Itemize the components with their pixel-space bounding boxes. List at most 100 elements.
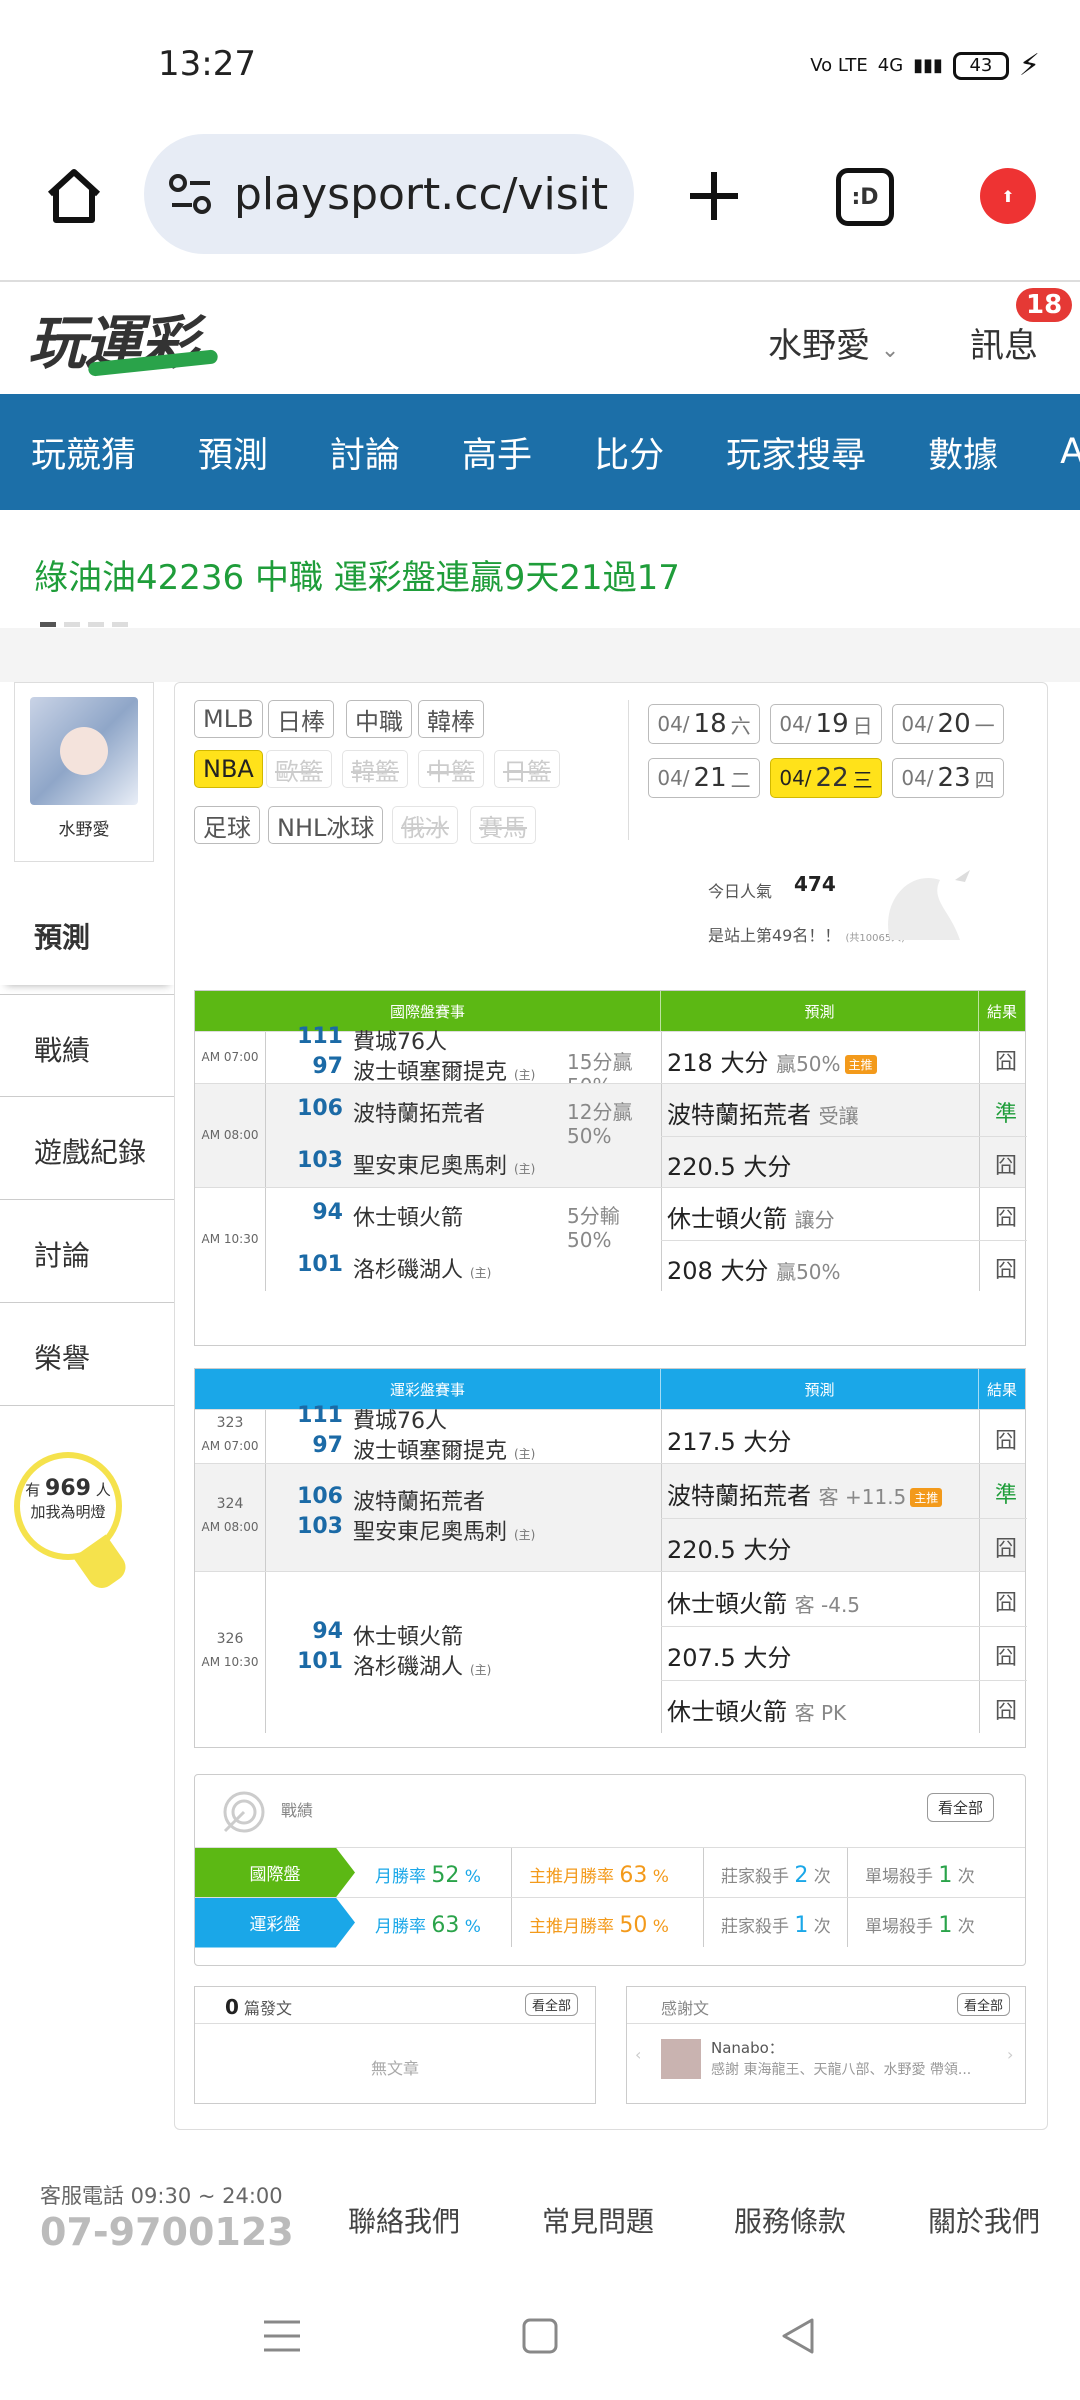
team-name[interactable]: 波士頓塞爾提克 (主) <box>353 1054 535 1086</box>
prediction-sub: 讓分 <box>794 1208 835 1232</box>
message-count-badge: 18 <box>1016 288 1073 322</box>
user-menu[interactable]: 水野愛 ⌄ <box>768 318 899 367</box>
sidebar-item-record[interactable]: 戰績 <box>0 994 175 1097</box>
nav-item[interactable]: 玩家搜尋 <box>695 427 897 478</box>
sport-tag[interactable]: 足球 <box>194 806 260 844</box>
home-mark: (主) <box>514 1528 536 1542</box>
profile-sidebar: 水野愛 預測 戰績 遊戲紀錄 討論 榮譽 有 969 人 加我為明燈 <box>0 682 175 2132</box>
nav-item[interactable]: APP <box>1029 432 1080 472</box>
sidebar-item-game-log[interactable]: 遊戲紀錄 <box>0 1097 175 1200</box>
sidebar-item-forum[interactable]: 討論 <box>0 1200 175 1303</box>
team-num: 97 <box>312 1054 343 1079</box>
team-name[interactable]: 費城76人 <box>353 1024 447 1056</box>
stat-unit: 次 <box>808 1867 831 1887</box>
table-row: AM 07:00111費城76人97波士頓塞爾提克 (主)15分贏50%218 … <box>195 1024 1025 1098</box>
stat-unit: % <box>459 1917 481 1937</box>
team-name[interactable]: 聖安東尼奧馬刺 (主) <box>353 1514 535 1546</box>
date-tab[interactable]: 04/21 二 <box>648 758 760 798</box>
nav-item[interactable]: 高手 <box>431 427 563 478</box>
system-nav-bar <box>0 2290 1080 2400</box>
back-icon[interactable] <box>778 2316 818 2356</box>
divider <box>265 1084 266 1187</box>
url-bar[interactable]: playsport.cc/visit <box>144 134 634 254</box>
sport-tag[interactable]: NBA <box>194 750 263 788</box>
next-icon[interactable]: › <box>1007 2045 1013 2064</box>
thanks-view-all-button[interactable]: 看全部 <box>957 1993 1011 2016</box>
prediction-sub: 客 +11.5 <box>818 1485 907 1509</box>
nav-item[interactable]: 預測 <box>167 427 299 478</box>
divider <box>265 1032 266 1083</box>
service-phone[interactable]: 07-9700123 <box>40 2210 294 2254</box>
prediction: 207.5 大分 <box>667 1638 791 1673</box>
date-tab[interactable]: 04/23 四 <box>892 758 1004 798</box>
sidebar-item-honor[interactable]: 榮譽 <box>0 1303 175 1406</box>
sidebar-item-predictions[interactable]: 預測 <box>0 882 175 985</box>
date-tab[interactable]: 04/19 日 <box>770 704 882 744</box>
nav-item[interactable]: 玩競猜 <box>0 427 167 478</box>
prev-icon[interactable]: ‹ <box>635 2045 641 2064</box>
messages-link[interactable]: 訊息 <box>970 318 1038 367</box>
result-mark: 準 <box>994 1483 1017 1508</box>
footer-link-contact[interactable]: 聯絡我們 <box>348 2200 460 2240</box>
nav-item[interactable]: 討論 <box>299 427 431 478</box>
prediction-pick: 休士頓火箭 <box>667 1698 795 1726</box>
sport-tag[interactable]: 韓棒 <box>418 700 484 738</box>
team-name[interactable]: 休士頓火箭 <box>353 1619 463 1651</box>
clock: 13:27 <box>158 44 256 84</box>
divider <box>265 1572 266 1733</box>
nav-item[interactable]: 比分 <box>563 427 695 478</box>
team-name[interactable]: 休士頓火箭 <box>353 1200 463 1232</box>
date-day: 18 <box>693 709 727 739</box>
prediction: 220.5 大分 <box>667 1147 791 1182</box>
thanks-text[interactable]: 感謝 東海龍王、天龍八部、水野愛 帶領... <box>711 2059 971 2079</box>
date-tab[interactable]: 04/20 一 <box>892 704 1004 744</box>
prediction-pick: 休士頓火箭 <box>667 1590 795 1618</box>
sport-tag[interactable]: MLB <box>194 700 263 738</box>
divider <box>265 1188 266 1291</box>
avatar[interactable]: 水野愛 <box>14 682 154 862</box>
update-icon[interactable]: ⬆ <box>980 168 1036 224</box>
stat-label: 莊家殺手 <box>721 1917 795 1937</box>
date-day: 23 <box>937 763 971 793</box>
sport-tag[interactable]: 日棒 <box>268 700 334 738</box>
sport-tag: 中籃 <box>418 750 484 788</box>
team-name[interactable]: 波士頓塞爾提克 (主) <box>353 1433 535 1465</box>
team-name[interactable]: 聖安東尼奧馬刺 (主) <box>353 1148 535 1180</box>
team-name[interactable]: 波特蘭拓荒者 <box>353 1096 485 1128</box>
result-mark: 囧 <box>994 1154 1017 1179</box>
thanks-author[interactable]: Nanabo： <box>711 2037 784 2058</box>
menu-icon[interactable] <box>262 2316 302 2356</box>
nav-item[interactable]: 數據 <box>897 427 1029 478</box>
stat-value: 1 <box>794 1913 809 1938</box>
sport-tag[interactable]: NHL冰球 <box>268 806 384 844</box>
sport-tag[interactable]: 中職 <box>346 700 412 738</box>
record-view-all-button[interactable]: 看全部 <box>927 1793 995 1822</box>
site-logo[interactable]: 玩運彩 <box>28 296 219 380</box>
posts-view-all-button[interactable]: 看全部 <box>525 1993 579 2016</box>
new-tab-icon[interactable] <box>686 168 742 224</box>
team-name[interactable]: 洛杉磯湖人 (主) <box>353 1252 491 1284</box>
team-name[interactable]: 費城76人 <box>353 1403 447 1435</box>
team-name[interactable]: 波特蘭拓荒者 <box>353 1484 485 1516</box>
divider <box>847 1848 848 1897</box>
divider <box>265 1464 266 1571</box>
team-num: 111 <box>297 1403 343 1428</box>
team-name[interactable]: 洛杉磯湖人 (主) <box>353 1649 491 1681</box>
stat-value: 1 <box>938 1913 953 1938</box>
home-square-icon[interactable] <box>520 2316 560 2356</box>
tab-switcher-button[interactable]: :D <box>836 168 894 226</box>
footer-link-about[interactable]: 關於我們 <box>928 2200 1040 2240</box>
stat-label: 主推月勝率 <box>529 1917 620 1937</box>
record-title: 戰績 <box>281 1801 314 1820</box>
footer-link-faq[interactable]: 常見問題 <box>542 2200 654 2240</box>
main-nav: 玩競猜 預測 討論 高手 比分 玩家搜尋 數據 APP <box>0 394 1080 510</box>
site-settings-icon[interactable] <box>168 171 214 217</box>
site-footer: 客服電話 09:30 ~ 24:00 07-9700123 聯絡我們 常見問題 … <box>0 2180 1080 2270</box>
record-label: 國際盤 <box>195 1847 355 1898</box>
home-icon[interactable] <box>42 164 106 228</box>
date-tab[interactable]: 04/18 六 <box>648 704 760 744</box>
footer-link-terms[interactable]: 服務條款 <box>734 2200 846 2240</box>
date-tab[interactable]: 04/22 三 <box>770 758 882 798</box>
news-ticker[interactable]: 綠油油42236 中職 運彩盤連贏9天21過17 <box>34 550 680 599</box>
date-day: 20 <box>937 709 971 739</box>
